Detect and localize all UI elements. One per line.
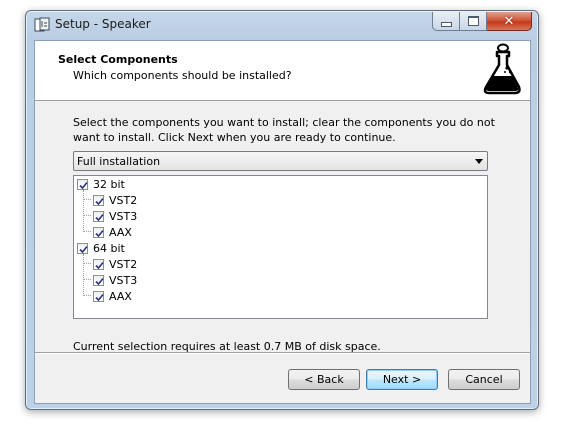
component-32bit-vst3[interactable]: VST3	[93, 208, 137, 224]
page-subtitle: Which components should be installed?	[73, 69, 292, 82]
checkbox-32bit-vst3[interactable]	[93, 210, 104, 222]
tree-connector	[84, 215, 91, 216]
checkbox-32bit[interactable]	[77, 178, 88, 190]
checkbox-64bit-vst3[interactable]	[93, 274, 104, 286]
wizard-body: Select the components you want to instal…	[35, 101, 530, 353]
check-icon	[95, 213, 104, 221]
caption-buttons: ✕	[432, 12, 532, 31]
component-32bit-aax[interactable]: AAX	[93, 224, 132, 240]
tree-connector	[84, 231, 91, 232]
maximize-button[interactable]	[460, 12, 487, 31]
component-64bit-vst3[interactable]: VST3	[93, 272, 137, 288]
component-32bit[interactable]: 32 bit	[77, 176, 125, 192]
component-label: 64 bit	[93, 241, 125, 255]
wizard-header: Select Components Which components shoul…	[35, 41, 530, 101]
check-icon	[95, 197, 104, 205]
close-icon: ✕	[503, 13, 515, 29]
checkbox-64bit[interactable]	[77, 242, 88, 254]
component-label: VST3	[109, 209, 138, 223]
check-icon	[79, 245, 88, 253]
close-button[interactable]: ✕	[487, 12, 532, 31]
component-label: VST2	[109, 193, 138, 207]
title-bar[interactable]: Setup - Speaker ✕	[26, 11, 538, 39]
setup-window: Setup - Speaker ✕ Select Components Whic…	[25, 10, 539, 410]
tree-connector	[84, 279, 91, 280]
component-label: VST2	[109, 257, 138, 271]
setup-app-icon	[34, 17, 50, 32]
component-64bit[interactable]: 64 bit	[77, 240, 125, 256]
component-32bit-vst2[interactable]: VST2	[93, 192, 137, 208]
maximize-icon	[467, 16, 479, 26]
page-title: Select Components	[58, 53, 178, 66]
footer-separator	[35, 352, 530, 354]
component-label: VST3	[109, 273, 138, 287]
next-button[interactable]: Next >	[366, 369, 438, 390]
checkbox-64bit-aax[interactable]	[93, 290, 104, 302]
checkbox-32bit-vst2[interactable]	[93, 194, 104, 206]
flask-icon	[483, 43, 521, 95]
install-type-value: Full installation	[77, 155, 161, 168]
back-button[interactable]: < Back	[288, 369, 360, 390]
components-tree[interactable]: 32 bit VST2 VST3 AAX 64 bit VST2 VST3 AA…	[73, 175, 488, 319]
wizard-client-area: Select Components Which components shoul…	[34, 40, 531, 404]
check-icon	[79, 181, 88, 189]
check-icon	[95, 229, 104, 237]
tree-connector	[83, 190, 84, 232]
tree-connector	[83, 254, 84, 296]
check-icon	[95, 261, 104, 269]
tree-connector	[84, 199, 91, 200]
window-title: Setup - Speaker	[55, 17, 151, 31]
instructions-text: Select the components you want to instal…	[73, 116, 495, 144]
install-type-dropdown[interactable]: Full installation	[73, 151, 488, 171]
minimize-button[interactable]	[432, 12, 460, 31]
component-label: AAX	[109, 225, 132, 239]
checkbox-32bit-aax[interactable]	[93, 226, 104, 238]
component-64bit-vst2[interactable]: VST2	[93, 256, 137, 272]
component-label: 32 bit	[93, 177, 125, 191]
component-64bit-aax[interactable]: AAX	[93, 288, 132, 304]
chevron-down-icon	[475, 159, 483, 164]
check-icon	[95, 277, 104, 285]
checkbox-64bit-vst2[interactable]	[93, 258, 104, 270]
cancel-button[interactable]: Cancel	[448, 369, 520, 390]
check-icon	[95, 293, 104, 301]
component-label: AAX	[109, 289, 132, 303]
tree-connector	[84, 295, 91, 296]
tree-connector	[84, 263, 91, 264]
minimize-icon	[440, 21, 452, 27]
